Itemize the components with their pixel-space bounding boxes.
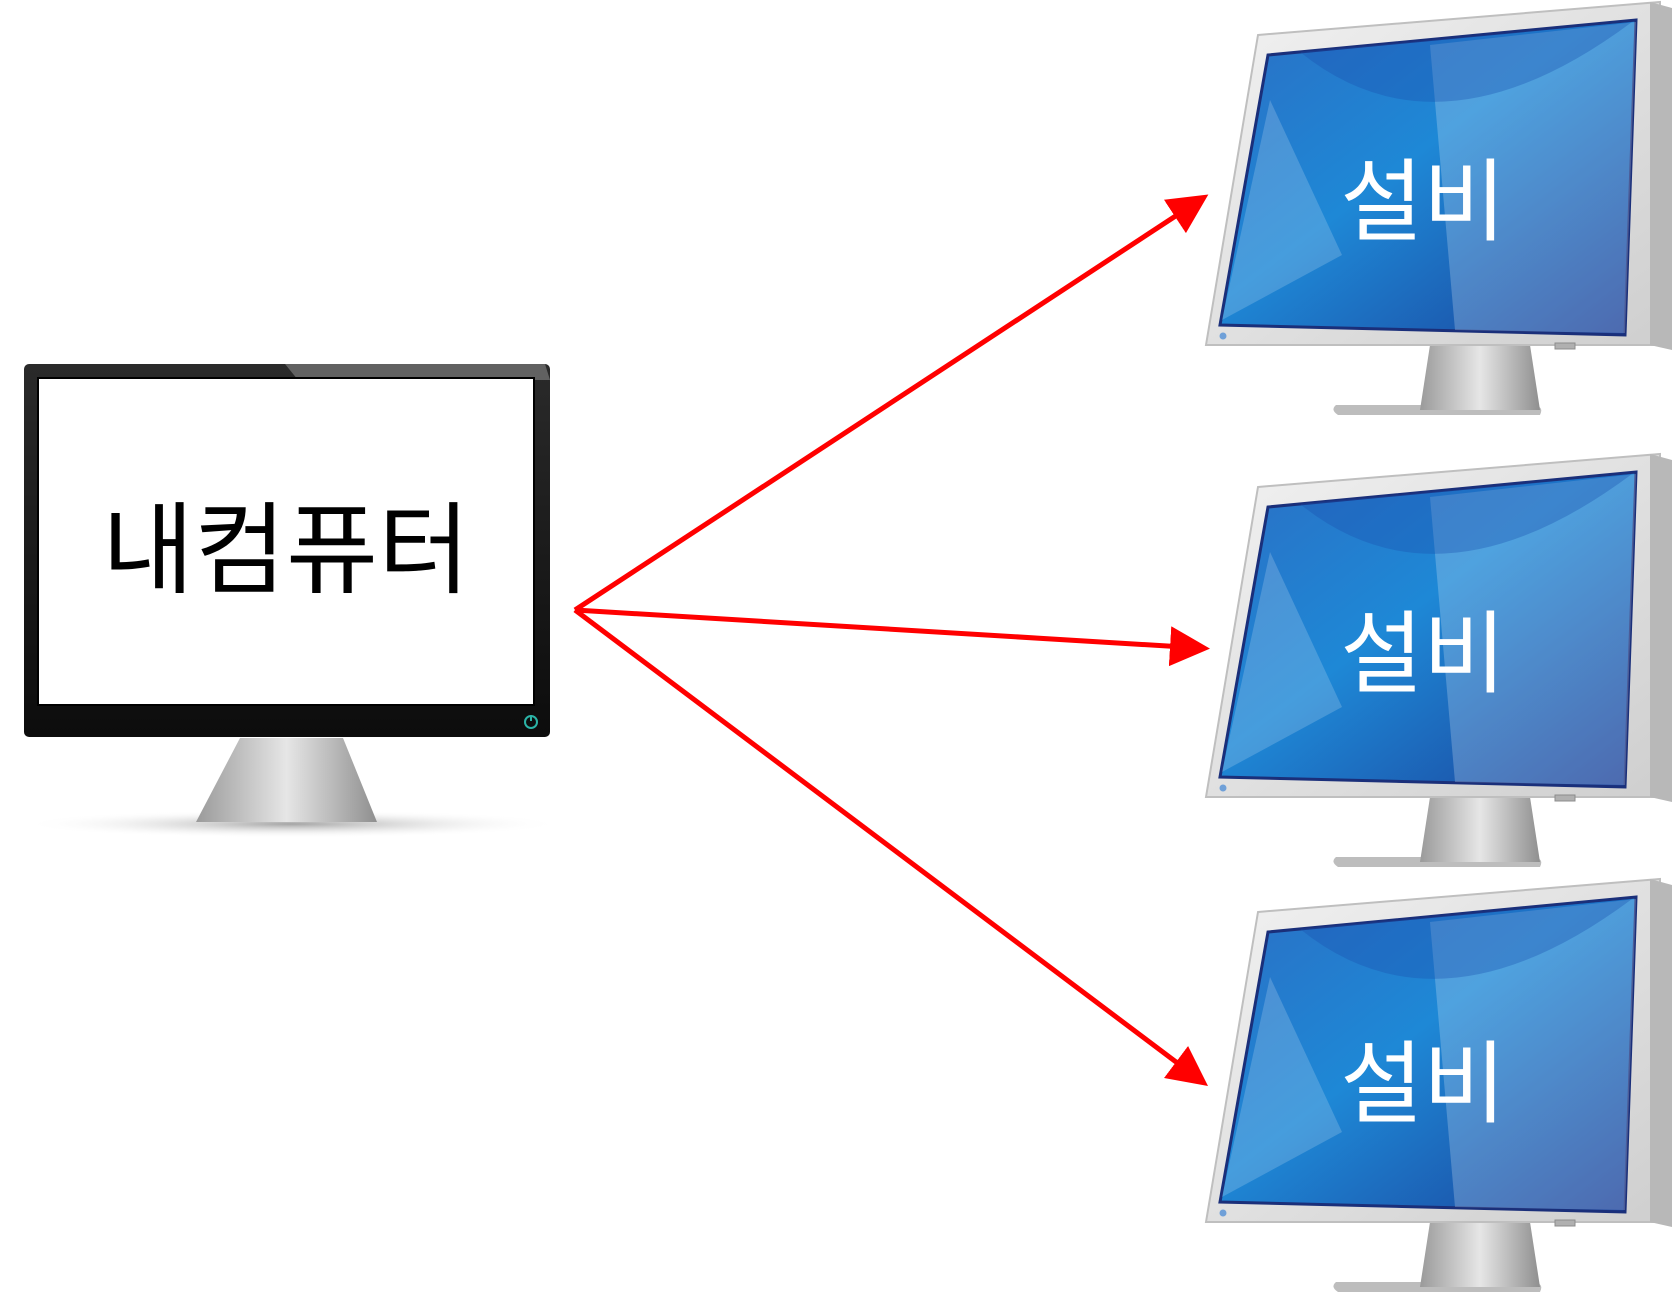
network-diagram: 내컴퓨터 설비 설비 설비 — [22, 0, 1674, 1294]
monitor-stand — [196, 738, 377, 822]
device-3: 설비 — [1204, 877, 1674, 1294]
device-label-1: 설비 — [1340, 150, 1506, 255]
device-2: 설비 — [1204, 452, 1674, 869]
arrow-to-device-3 — [573, 608, 1208, 1087]
arrow-to-device-1 — [573, 194, 1209, 613]
device-label-3: 설비 — [1340, 1032, 1506, 1137]
device-label-2: 설비 — [1340, 602, 1506, 707]
connection-arrows — [573, 194, 1210, 1087]
arrow-to-device-2 — [574, 607, 1210, 667]
source-computer-label: 내컴퓨터 — [102, 492, 470, 609]
source-computer: 내컴퓨터 — [22, 364, 562, 838]
device-1: 설비 — [1204, 0, 1674, 417]
